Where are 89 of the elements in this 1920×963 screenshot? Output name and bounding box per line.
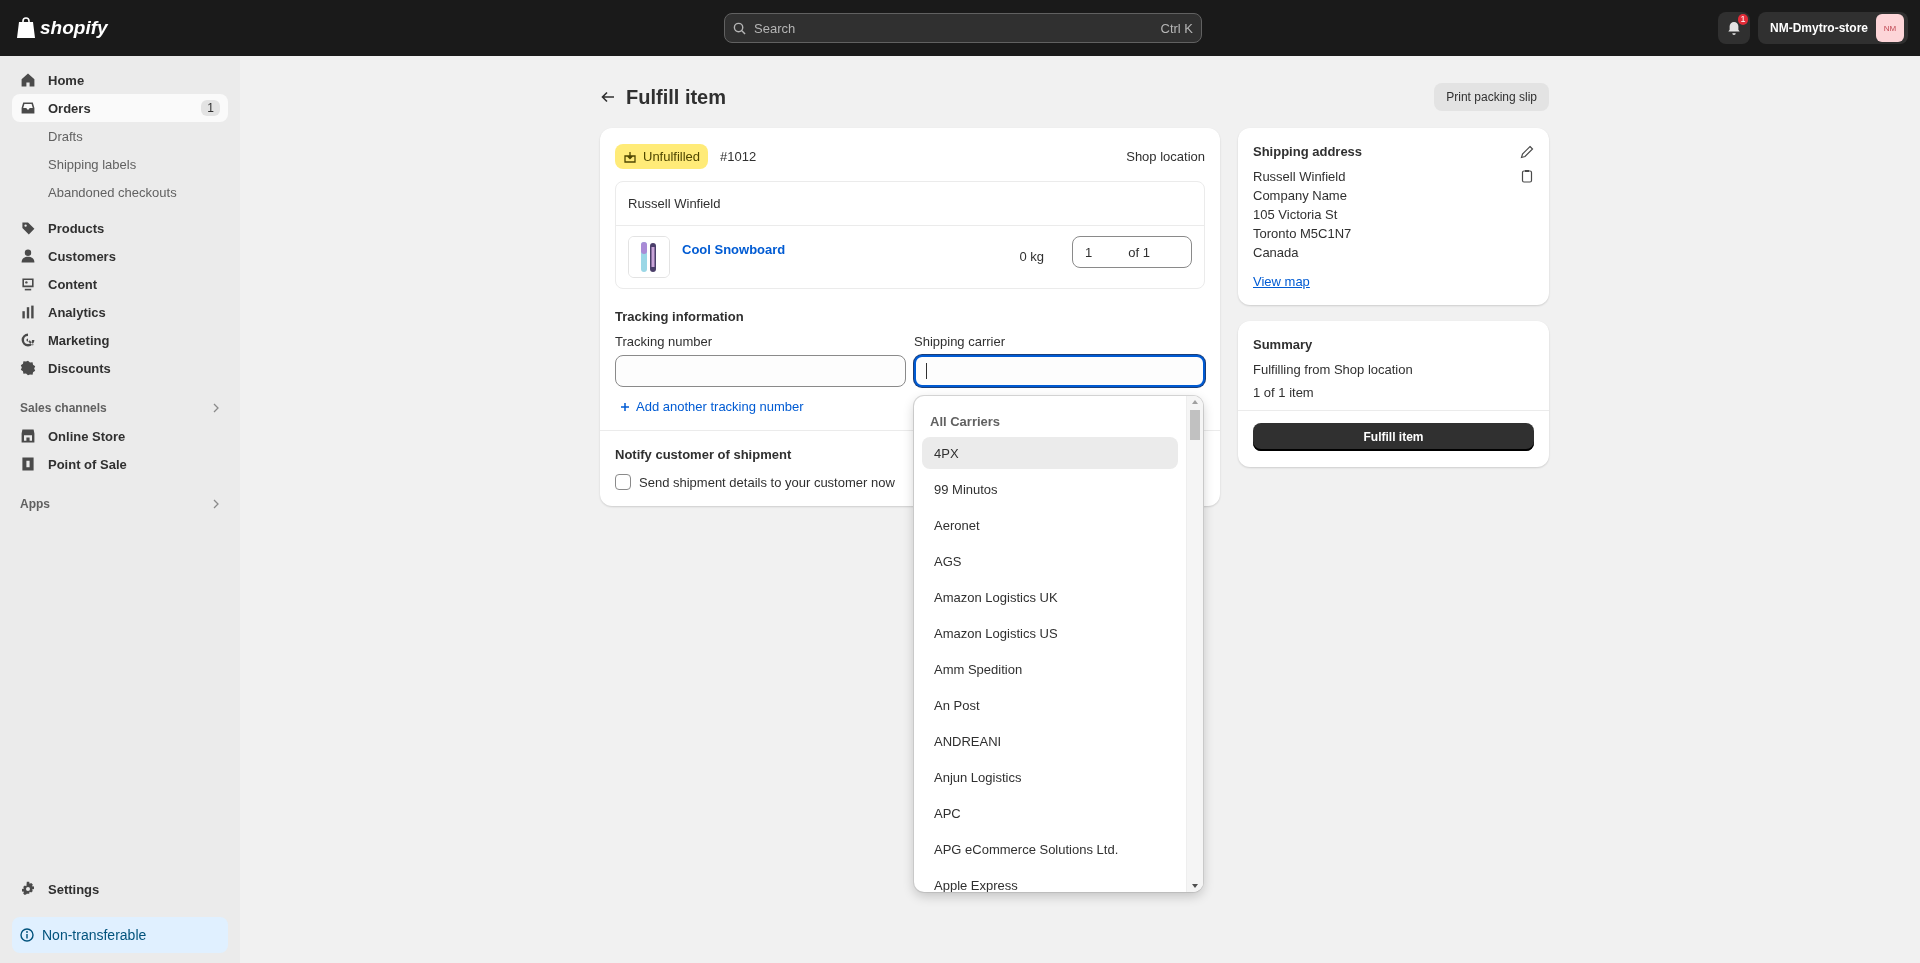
carrier-option[interactable]: An Post xyxy=(922,689,1178,721)
shortcut-hint: Ctrl K xyxy=(1160,20,1193,36)
bell-icon xyxy=(1727,21,1741,35)
address-line: Company Name xyxy=(1253,188,1348,203)
back-arrow-icon[interactable] xyxy=(600,89,616,105)
carrier-option[interactable]: Amazon Logistics UK xyxy=(922,581,1178,613)
sidebar-item[interactable]: Home xyxy=(12,66,228,94)
page-title: Fulfill item xyxy=(626,85,727,109)
carrier-option[interactable]: Aeronet xyxy=(922,509,1178,541)
order-number: #1012 xyxy=(720,149,757,164)
carrier-option[interactable]: APG eCommerce Solutions Ltd. xyxy=(922,833,1178,865)
sidebar-item[interactable]: Customers xyxy=(12,242,228,270)
carrier-option[interactable]: 99 Minutos xyxy=(922,473,1178,505)
section-title[interactable]: Apps xyxy=(20,497,50,511)
sidebar-item[interactable]: Marketing xyxy=(12,326,228,354)
status-badge: Unfulfilled xyxy=(615,144,709,169)
notifications-button[interactable]: 1 xyxy=(1718,12,1750,44)
sidebar-subitem[interactable]: Drafts xyxy=(12,122,228,150)
inbox-icon xyxy=(20,100,36,116)
summary-line: Fulfilling from Shop location xyxy=(1253,362,1414,377)
sidebar-item[interactable]: Discounts xyxy=(12,354,228,382)
sidebar-item[interactable]: Orders 1 xyxy=(12,94,228,122)
location-label: Shop location xyxy=(1126,149,1205,164)
discount-badge-icon xyxy=(20,360,36,376)
box-icon xyxy=(623,149,637,164)
info-icon xyxy=(20,928,34,942)
sidebar-item[interactable]: Analytics xyxy=(12,298,228,326)
section-title[interactable]: Sales channels xyxy=(20,401,107,415)
monitor-icon xyxy=(20,276,36,292)
store-icon xyxy=(20,428,36,444)
carrier-option[interactable]: Apple Express xyxy=(922,869,1178,892)
sidebar-item[interactable]: Online Store xyxy=(12,422,228,450)
search-field[interactable]: Search Ctrl K xyxy=(724,13,1202,43)
sidebar-subitem[interactable]: Abandoned checkouts xyxy=(12,178,228,206)
checkbox-label: Send shipment details to your customer now xyxy=(639,474,895,490)
carrier-option[interactable]: ANDREANI xyxy=(922,725,1178,757)
shopping-bag-icon xyxy=(16,17,36,39)
quantity-field[interactable]: 1 of 1 xyxy=(1072,236,1192,268)
store-menu-button[interactable]: NM-Dmytro-store NM xyxy=(1758,12,1908,44)
add-tracking-link[interactable]: Add another tracking number xyxy=(615,399,804,414)
view-map-link[interactable]: View map xyxy=(1253,274,1310,289)
field-label: Shipping carrier xyxy=(914,334,1007,349)
chevron-right-icon[interactable] xyxy=(212,499,220,509)
checkbox[interactable] xyxy=(615,474,631,490)
summary-line: 1 of 1 item xyxy=(1253,385,1315,400)
plan-banner[interactable]: Non-transferable xyxy=(12,917,228,953)
address-line: 105 Victoria St xyxy=(1253,207,1339,222)
sidebar-item[interactable]: Content xyxy=(12,270,228,298)
carrier-option[interactable]: Amm Spedition xyxy=(922,653,1178,685)
field-label: Tracking number xyxy=(615,334,714,349)
person-icon xyxy=(20,248,36,264)
address-line: Toronto M5C1N7 xyxy=(1253,226,1352,241)
address-line: Canada xyxy=(1253,245,1300,260)
section-heading: Notify customer of shipment xyxy=(615,447,792,462)
tag-icon xyxy=(20,220,36,236)
carrier-option[interactable]: APC xyxy=(922,797,1178,829)
address-line: Russell Winfield xyxy=(1253,169,1347,184)
sidebar-subitem[interactable]: Shipping labels xyxy=(12,150,228,178)
tracking-number-field[interactable] xyxy=(615,355,906,387)
sidebar-item[interactable]: Settings xyxy=(12,875,228,903)
store-avatar: NM xyxy=(1876,14,1904,42)
fulfill-item-button[interactable]: Fulfill item xyxy=(1253,423,1534,451)
search-icon xyxy=(733,21,746,35)
plus-icon xyxy=(620,401,630,412)
card-title: Summary xyxy=(1253,337,1313,352)
gear-icon xyxy=(20,881,36,897)
customer-name: Russell Winfield xyxy=(628,196,721,211)
sidebar-item[interactable]: Products xyxy=(12,214,228,242)
dropdown-heading: All Carriers xyxy=(929,413,1002,431)
carrier-option[interactable]: Anjun Logistics xyxy=(922,761,1178,793)
shipping-carrier-field[interactable] xyxy=(914,355,1205,387)
product-link[interactable]: Cool Snowboard xyxy=(682,242,1008,257)
section-heading: Tracking information xyxy=(615,309,744,324)
bar-chart-icon xyxy=(20,304,36,320)
clipboard-icon[interactable] xyxy=(1520,169,1534,183)
home-icon xyxy=(20,72,36,88)
carrier-option[interactable]: Amazon Logistics US xyxy=(922,617,1178,649)
sidebar-item[interactable]: Point of Sale xyxy=(12,450,228,478)
print-packing-slip-button[interactable]: Print packing slip xyxy=(1434,83,1549,111)
product-weight: 0 kg xyxy=(1019,249,1044,264)
notification-count: 1 xyxy=(1738,14,1748,25)
chevron-right-icon[interactable] xyxy=(212,403,220,413)
logo-text[interactable]: shopify xyxy=(40,17,108,39)
card-title: Shipping address xyxy=(1253,144,1363,159)
pencil-icon[interactable] xyxy=(1520,144,1534,159)
carrier-option[interactable]: AGS xyxy=(922,545,1178,577)
count-badge: 1 xyxy=(201,100,220,116)
carrier-option[interactable]: 4PX xyxy=(922,437,1178,469)
scrollbar[interactable] xyxy=(1186,396,1203,892)
